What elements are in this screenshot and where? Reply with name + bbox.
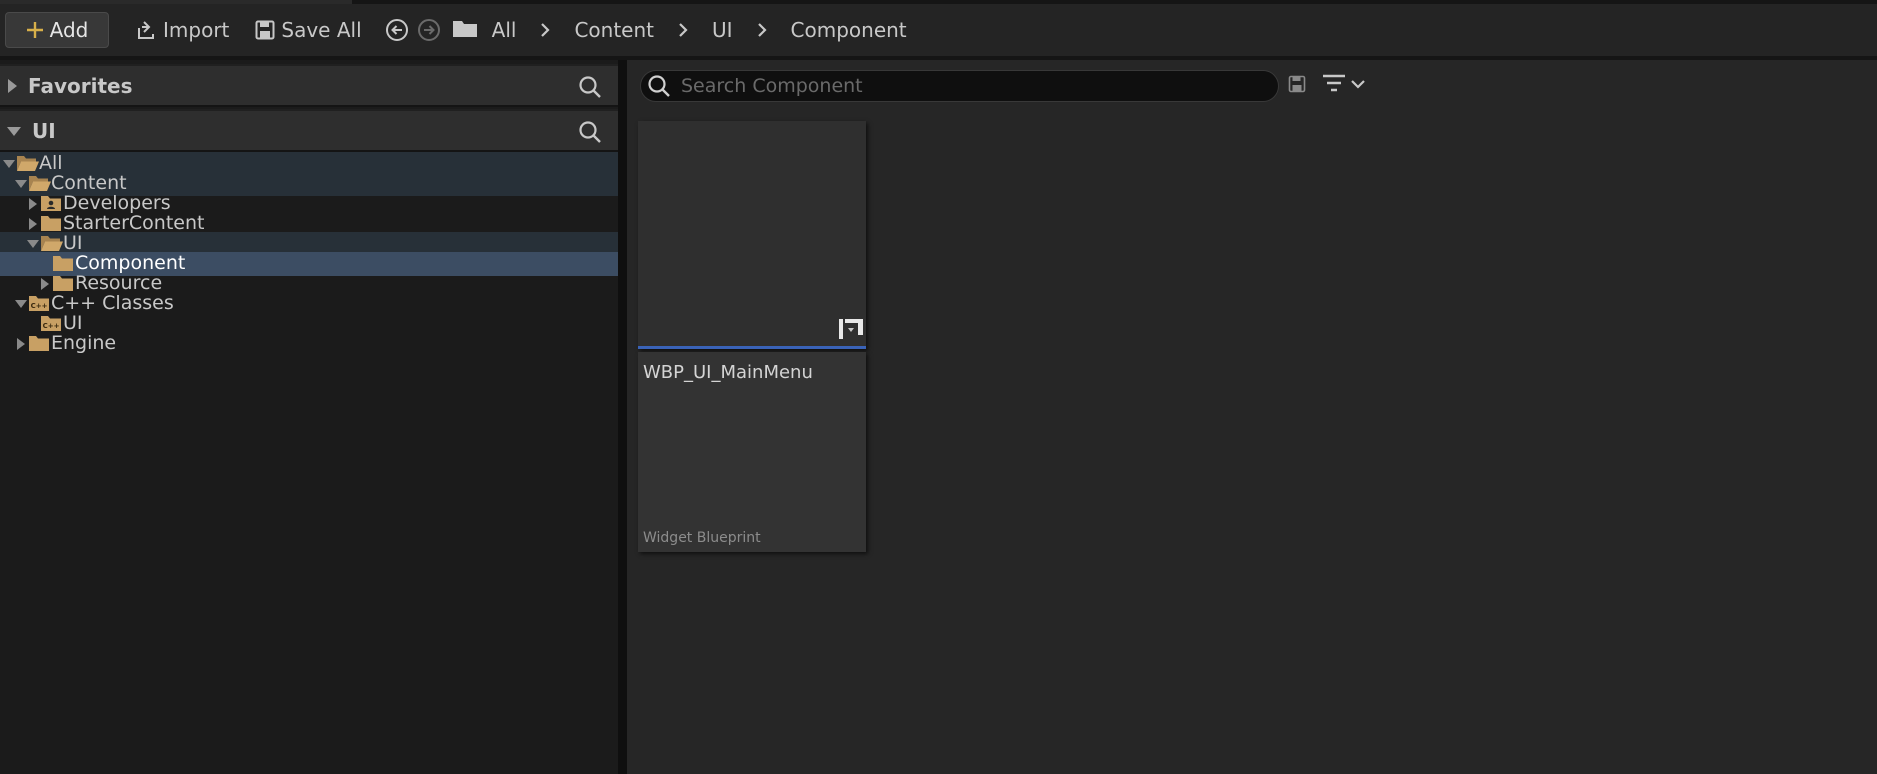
svg-text:C++: C++	[31, 302, 48, 310]
breadcrumb-all[interactable]: All	[492, 18, 517, 42]
caret-down-icon[interactable]	[14, 177, 28, 191]
filter-icon	[1323, 74, 1345, 92]
search-input[interactable]	[681, 75, 1261, 97]
caret-right-icon[interactable]	[14, 337, 28, 351]
caret-down-icon[interactable]	[26, 237, 40, 251]
widget-blueprint-icon	[839, 319, 863, 339]
tree-item-label: All	[39, 152, 63, 174]
tree-item-label: Developers	[63, 192, 171, 214]
save-all-button[interactable]: Save All	[245, 12, 371, 48]
import-button[interactable]: Import	[125, 12, 239, 48]
search-icon[interactable]	[578, 120, 602, 144]
back-arrow-icon	[385, 19, 408, 41]
filter-button[interactable]	[1322, 73, 1366, 95]
caret-down-icon	[7, 126, 21, 136]
breadcrumb-component[interactable]: Component	[791, 18, 907, 42]
asset-tile[interactable]: WBP_UI_MainMenu Widget Blueprint	[638, 121, 866, 552]
breadcrumb-folder-icon[interactable]	[452, 18, 478, 42]
caret-down-icon[interactable]	[14, 297, 28, 311]
tree-item-label: Component	[75, 252, 186, 274]
add-button[interactable]: Add	[5, 12, 109, 48]
collection-label: UI	[32, 118, 56, 143]
search-icon[interactable]	[578, 75, 602, 99]
chevron-right-icon[interactable]	[678, 22, 688, 38]
content-browser-toolbar: Add Import Save All All Content UI Compo…	[0, 4, 1877, 56]
forward-button[interactable]	[416, 17, 442, 43]
tree-item-label: UI	[63, 312, 83, 334]
caret-right-icon[interactable]	[38, 277, 52, 291]
tree-item-label: UI	[63, 232, 83, 254]
tree-item-label: Content	[51, 172, 127, 194]
import-icon	[138, 21, 154, 39]
folder-icon	[28, 334, 50, 356]
caret-right-icon[interactable]	[26, 197, 40, 211]
asset-view-panel: WBP_UI_MainMenu Widget Blueprint	[627, 60, 1877, 774]
tree-item-label: C++ Classes	[51, 292, 174, 314]
forward-arrow-icon	[417, 19, 440, 41]
caret-right-icon	[8, 78, 17, 93]
save-icon	[255, 20, 275, 40]
panel-splitter[interactable]	[618, 60, 627, 774]
import-button-label: Import	[163, 18, 230, 42]
asset-name: WBP_UI_MainMenu	[643, 362, 813, 383]
save-search-icon[interactable]	[1288, 75, 1306, 93]
favorites-header[interactable]: Favorites	[0, 64, 618, 107]
favorites-label: Favorites	[28, 73, 133, 98]
caret-down-icon[interactable]	[2, 157, 16, 171]
back-button[interactable]	[384, 17, 410, 43]
svg-text:C++: C++	[43, 322, 60, 330]
tree-item-label: Engine	[51, 332, 117, 354]
plus-icon	[26, 22, 43, 38]
caret-right-icon[interactable]	[26, 217, 40, 231]
chevron-right-icon[interactable]	[540, 22, 550, 38]
sources-panel: Favorites UI All Content Developers Starter…	[0, 60, 618, 774]
add-button-label: Add	[49, 18, 89, 42]
search-box[interactable]	[640, 70, 1279, 102]
asset-info: WBP_UI_MainMenu Widget Blueprint	[638, 352, 866, 552]
search-icon	[648, 75, 670, 97]
tree-item[interactable]: Engine	[0, 332, 618, 356]
tree-item-label: Resource	[75, 272, 163, 294]
asset-type: Widget Blueprint	[643, 530, 761, 546]
breadcrumb-ui[interactable]: UI	[712, 18, 733, 42]
save-all-button-label: Save All	[281, 18, 362, 42]
tree-item-label: StarterContent	[63, 212, 205, 234]
breadcrumb-content[interactable]: Content	[574, 18, 654, 42]
collection-header[interactable]: UI	[0, 109, 618, 152]
asset-thumbnail	[638, 121, 866, 349]
breadcrumb: All Content UI Component	[492, 18, 907, 42]
chevron-down-icon	[1351, 80, 1365, 89]
chevron-right-icon[interactable]	[757, 22, 767, 38]
